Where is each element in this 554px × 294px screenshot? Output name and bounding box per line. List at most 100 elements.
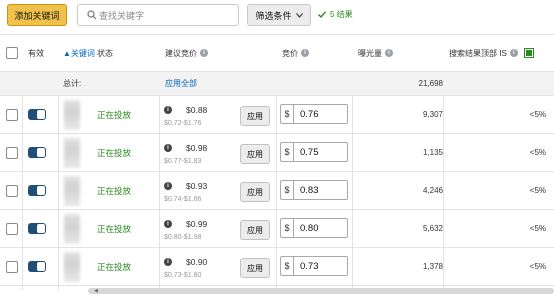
- bid-value[interactable]: 0.83: [294, 185, 319, 196]
- apply-button[interactable]: 应用: [240, 144, 270, 164]
- bid-input[interactable]: $ 0.80: [280, 218, 348, 238]
- active-toggle[interactable]: [28, 261, 46, 272]
- info-icon[interactable]: i: [164, 258, 172, 266]
- info-icon[interactable]: i: [385, 49, 393, 57]
- info-icon[interactable]: i: [509, 49, 518, 57]
- row-checkbox[interactable]: [6, 260, 18, 273]
- row-checkbox[interactable]: [6, 146, 18, 159]
- header-bid[interactable]: 竞价 i: [282, 35, 309, 71]
- toolbar: 添加关键词 筛选条件 5 结果: [0, 0, 554, 34]
- bid-input[interactable]: $ 0.83: [280, 180, 348, 200]
- table-header: 有效 ▲关键词 状态 建议竞价 i 竞价 i 曝光量 i 搜索结果顶部 IS i: [0, 34, 554, 72]
- info-icon[interactable]: i: [164, 182, 172, 190]
- keyword-search-input[interactable]: [99, 8, 235, 23]
- filter-label: 筛选条件: [255, 10, 292, 21]
- header-top-of-search[interactable]: 搜索结果顶部 IS i: [449, 35, 534, 71]
- scroll-left-arrow-icon[interactable]: ◀: [94, 288, 98, 294]
- status-text: 正在投放: [97, 261, 132, 272]
- info-icon[interactable]: i: [164, 220, 172, 228]
- table-row: 正在投放 i $0.90 $0.73-$1.80 应用 $ 0.73 1,378 …: [0, 248, 554, 286]
- suggested-bid-value: $0.93: [186, 181, 208, 191]
- export-icon[interactable]: [523, 48, 534, 58]
- currency-symbol: $: [281, 143, 294, 161]
- suggested-bid-range: $0.73-$1.80: [164, 272, 202, 279]
- header-suggested-bid[interactable]: 建议竞价 i: [165, 35, 208, 71]
- currency-symbol: $: [281, 219, 294, 237]
- suggested-bid-value: $0.88: [186, 105, 208, 115]
- suggested-bid-range: $0.74-$1.86: [164, 196, 202, 203]
- header-impressions-label: 曝光量: [358, 48, 382, 58]
- top-of-search-value: <5%: [529, 148, 546, 157]
- apply-button[interactable]: 应用: [240, 258, 270, 278]
- bid-input[interactable]: $ 0.76: [280, 104, 348, 124]
- header-status: 状态: [97, 48, 113, 58]
- currency-symbol: $: [281, 105, 294, 123]
- status-text: 正在投放: [97, 109, 132, 120]
- suggested-bid-range: $0.72-$1.76: [164, 120, 202, 127]
- active-toggle[interactable]: [28, 147, 46, 158]
- top-of-search-value: <5%: [529, 262, 546, 271]
- header-impressions[interactable]: 曝光量 i: [358, 35, 393, 71]
- status-text: 正在投放: [97, 223, 132, 234]
- total-impressions: 21,698: [418, 79, 443, 88]
- row-checkbox[interactable]: [6, 222, 18, 235]
- active-toggle[interactable]: [28, 109, 46, 120]
- apply-button[interactable]: 应用: [240, 182, 270, 202]
- check-icon: [318, 11, 326, 18]
- top-of-search-value: <5%: [529, 224, 546, 233]
- horizontal-scrollbar[interactable]: [88, 288, 554, 294]
- suggested-bid: i $0.88 $0.72-$1.76: [164, 96, 232, 133]
- header-top-of-search-label: 搜索结果顶部 IS: [449, 48, 507, 58]
- apply-all-link[interactable]: 应用全部: [165, 72, 197, 95]
- row-checkbox[interactable]: [6, 108, 18, 121]
- select-all-checkbox[interactable]: [6, 47, 18, 59]
- bid-input[interactable]: $ 0.73: [280, 256, 348, 276]
- suggested-bid: i $0.93 $0.74-$1.86: [164, 172, 232, 209]
- apply-button[interactable]: 应用: [240, 220, 270, 240]
- active-toggle[interactable]: [28, 223, 46, 234]
- suggested-bid: i $0.99 $0.80-$1.98: [164, 210, 232, 247]
- bid-value[interactable]: 0.73: [294, 261, 319, 272]
- info-icon[interactable]: i: [164, 144, 172, 152]
- table-row: 正在投放 i $0.88 $0.72-$1.76 应用 $ 0.76 9,307 …: [0, 96, 554, 134]
- impressions-value: 1,135: [422, 148, 443, 157]
- keyword-blurred-thumbnail: [64, 251, 80, 282]
- impressions-value: 9,307: [422, 110, 443, 119]
- bid-value[interactable]: 0.76: [294, 109, 319, 120]
- bid-value[interactable]: 0.80: [294, 223, 319, 234]
- table-row: 正在投放 i $0.93 $0.74-$1.86 应用 $ 0.83 4,246 …: [0, 172, 554, 210]
- keyword-blurred-thumbnail: [64, 137, 80, 168]
- header-bid-label: 竞价: [282, 48, 298, 58]
- suggested-bid-range: $0.80-$1.98: [164, 234, 202, 241]
- search-icon: [87, 10, 97, 20]
- total-label: 总计:: [63, 79, 82, 88]
- suggested-bid-value: $0.90: [186, 257, 208, 267]
- suggested-bid-range: $0.77-$1.83: [164, 158, 202, 165]
- impressions-value: 5,632: [422, 224, 443, 233]
- chevron-down-icon: [295, 12, 303, 18]
- keyword-blurred-thumbnail: [64, 99, 80, 130]
- suggested-bid-value: $0.99: [186, 219, 208, 229]
- add-keyword-button[interactable]: 添加关键词: [7, 4, 67, 26]
- info-icon[interactable]: i: [200, 49, 208, 57]
- suggested-bid: i $0.90 $0.73-$1.80: [164, 248, 232, 285]
- table-row: 正在投放 i $0.99 $0.80-$1.98 应用 $ 0.80 5,632 …: [0, 210, 554, 248]
- suggested-bid-value: $0.98: [186, 143, 208, 153]
- keyword-search-box[interactable]: [77, 4, 239, 26]
- active-toggle[interactable]: [28, 185, 46, 196]
- info-icon[interactable]: i: [164, 106, 172, 114]
- bid-value[interactable]: 0.75: [294, 147, 319, 158]
- header-keyword[interactable]: ▲关键词: [63, 35, 95, 71]
- result-count: 5 结果: [318, 9, 353, 20]
- keyword-blurred-thumbnail: [64, 213, 80, 244]
- result-count-text: 5 结果: [330, 10, 353, 19]
- keyword-blurred-thumbnail: [64, 175, 80, 206]
- impressions-value: 1,378: [422, 262, 443, 271]
- filter-button[interactable]: 筛选条件: [247, 4, 311, 26]
- apply-button[interactable]: 应用: [240, 106, 270, 126]
- select-all-checkbox-cell: [6, 35, 18, 71]
- row-checkbox[interactable]: [6, 184, 18, 197]
- bid-input[interactable]: $ 0.75: [280, 142, 348, 162]
- status-text: 正在投放: [97, 147, 132, 158]
- info-icon[interactable]: i: [301, 49, 309, 57]
